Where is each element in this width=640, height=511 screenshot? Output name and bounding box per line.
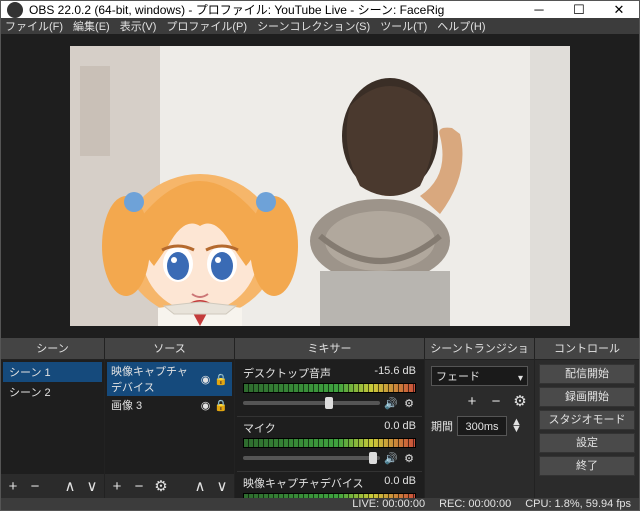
maximize-button[interactable]: ☐ (559, 1, 599, 18)
duration-label: 期間 (431, 418, 453, 434)
menu-help[interactable]: ヘルプ(H) (437, 18, 485, 34)
statusbar: LIVE: 00:00:00 REC: 00:00:00 CPU: 1.8%, … (1, 498, 639, 510)
menubar: ファイル(F) 編集(E) 表示(V) プロファイル(P) シーンコレクション(… (1, 18, 639, 34)
visibility-icon[interactable]: ◉ (201, 373, 211, 386)
transitions-header: シーントランジション (425, 338, 534, 360)
scenes-list[interactable]: シーン 1 シーン 2 (1, 360, 104, 474)
transitions-panel: シーントランジション フェード + − ⚙ 期間 300ms ▲ ▼ (425, 338, 535, 498)
scene-item[interactable]: シーン 2 (3, 382, 102, 402)
source-item[interactable]: 画像 3 ◉ 🔒 (107, 396, 232, 414)
scenes-header: シーン (1, 338, 104, 360)
channel-name: 映像キャプチャデバイス (243, 475, 364, 491)
mixer-panel: ミキサー デスクトップ音声 -15.6 dB 🔊 ⚙ マイク 0.0 dB 🔊 ⚙ … (235, 338, 425, 498)
controls-panel: コントロール 配信開始 録画開始 スタジオモード 設定 終了 (535, 338, 639, 498)
source-down-button[interactable]: ∨ (214, 477, 230, 495)
vu-meter (243, 493, 416, 498)
channel-db: 0.0 dB (384, 420, 416, 436)
sources-panel: ソース 映像キャプチャデバイス ◉ 🔒 画像 3 ◉ 🔒 + − ⚙ ∧ ∨ (105, 338, 235, 498)
volume-slider[interactable] (243, 456, 380, 460)
duration-input[interactable]: 300ms (457, 416, 507, 436)
start-streaming-button[interactable]: 配信開始 (539, 364, 635, 384)
mixer-header: ミキサー (235, 338, 424, 360)
source-label: 画像 3 (111, 397, 142, 413)
vu-meter (243, 438, 416, 448)
window-title: OBS 22.0.2 (64-bit, windows) - プロファイル: Y… (29, 1, 519, 18)
mixer-channel: マイク 0.0 dB 🔊 ⚙ (237, 417, 422, 472)
volume-slider[interactable] (243, 401, 380, 405)
scene-item[interactable]: シーン 1 (3, 362, 102, 382)
channel-db: 0.0 dB (384, 475, 416, 491)
menu-scene-collection[interactable]: シーンコレクション(S) (257, 18, 370, 34)
duration-down-button[interactable]: ▼ (511, 426, 522, 433)
scenes-panel: シーン シーン 1 シーン 2 + − ∧ ∨ (1, 338, 105, 498)
gear-icon[interactable]: ⚙ (402, 396, 416, 410)
add-scene-button[interactable]: + (5, 478, 21, 495)
vu-meter (243, 383, 416, 393)
channel-name: マイク (243, 420, 276, 436)
speaker-icon[interactable]: 🔊 (384, 396, 398, 410)
preview-area[interactable] (1, 34, 639, 338)
channel-name: デスクトップ音声 (243, 365, 331, 381)
menu-tools[interactable]: ツール(T) (380, 18, 427, 34)
transition-settings-button[interactable]: ⚙ (512, 392, 528, 410)
remove-source-button[interactable]: − (131, 478, 147, 495)
transition-select[interactable]: フェード (431, 366, 528, 386)
menu-view[interactable]: 表示(V) (120, 18, 157, 34)
exit-button[interactable]: 終了 (539, 456, 635, 476)
menu-edit[interactable]: 編集(E) (73, 18, 110, 34)
source-settings-button[interactable]: ⚙ (153, 477, 169, 495)
mixer-channel: 映像キャプチャデバイス0.0 dB 🔊 ⚙ (237, 472, 422, 498)
visibility-icon[interactable]: ◉ (201, 399, 211, 412)
close-button[interactable]: ✕ (599, 1, 639, 18)
minimize-button[interactable]: ─ (519, 1, 559, 18)
source-item[interactable]: 映像キャプチャデバイス ◉ 🔒 (107, 362, 232, 396)
gear-icon[interactable]: ⚙ (402, 451, 416, 465)
status-rec: REC: 00:00:00 (439, 498, 511, 510)
lock-icon[interactable]: 🔒 (214, 399, 228, 412)
status-cpu: CPU: 1.8%, 59.94 fps (525, 498, 631, 510)
scene-down-button[interactable]: ∨ (84, 477, 100, 495)
source-label: 映像キャプチャデバイス (111, 363, 197, 395)
speaker-icon[interactable]: 🔊 (384, 451, 398, 465)
sources-header: ソース (105, 338, 234, 360)
remove-transition-button[interactable]: − (488, 393, 504, 410)
controls-header: コントロール (535, 338, 639, 360)
mixer-list[interactable]: デスクトップ音声 -15.6 dB 🔊 ⚙ マイク 0.0 dB 🔊 ⚙ 映像キャプ… (235, 360, 424, 498)
mixer-channel: デスクトップ音声 -15.6 dB 🔊 ⚙ (237, 362, 422, 417)
channel-db: -15.6 dB (374, 365, 416, 381)
settings-button[interactable]: 設定 (539, 433, 635, 453)
studio-mode-button[interactable]: スタジオモード (539, 410, 635, 430)
dock: シーン シーン 1 シーン 2 + − ∧ ∨ ソース 映像キャプチャデバイス … (1, 338, 639, 498)
remove-scene-button[interactable]: − (27, 478, 43, 495)
preview-canvas[interactable] (70, 46, 570, 326)
menu-profile[interactable]: プロファイル(P) (166, 18, 247, 34)
start-recording-button[interactable]: 録画開始 (539, 387, 635, 407)
menu-file[interactable]: ファイル(F) (5, 18, 63, 34)
lock-icon[interactable]: 🔒 (214, 373, 228, 386)
source-up-button[interactable]: ∧ (192, 477, 208, 495)
add-transition-button[interactable]: + (464, 393, 480, 410)
titlebar: OBS 22.0.2 (64-bit, windows) - プロファイル: Y… (1, 1, 639, 18)
sources-list[interactable]: 映像キャプチャデバイス ◉ 🔒 画像 3 ◉ 🔒 (105, 360, 234, 474)
add-source-button[interactable]: + (109, 478, 125, 495)
scene-up-button[interactable]: ∧ (62, 477, 78, 495)
app-icon (7, 2, 23, 18)
status-live: LIVE: 00:00:00 (352, 498, 425, 510)
